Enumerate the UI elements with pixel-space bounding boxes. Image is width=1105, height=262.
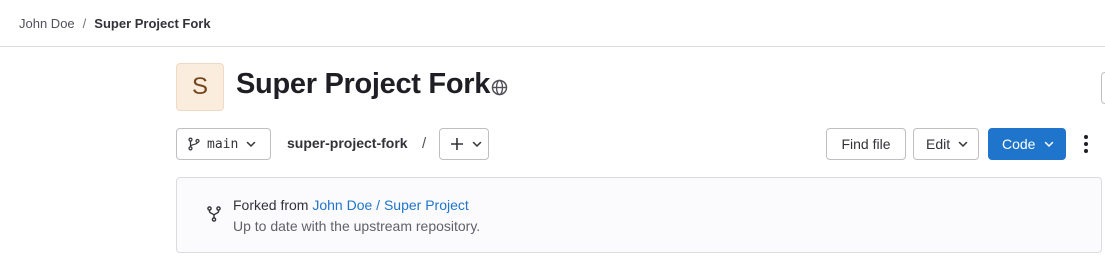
breadcrumb-separator: / <box>82 16 87 31</box>
branch-selector[interactable]: main <box>176 128 271 160</box>
chevron-down-icon <box>958 141 968 148</box>
edit-button[interactable]: Edit <box>913 128 979 160</box>
fork-icon <box>207 206 221 222</box>
project-avatar[interactable]: S <box>176 63 224 111</box>
code-label: Code <box>1002 136 1036 152</box>
forked-from-label: Forked from <box>233 197 313 213</box>
add-to-tree-button[interactable] <box>439 128 489 160</box>
chevron-down-icon <box>472 141 482 148</box>
upstream-project-link[interactable]: John Doe / Super Project <box>312 197 468 213</box>
star-button[interactable] <box>1101 72 1105 104</box>
branch-name: main <box>207 136 239 152</box>
chevron-down-icon <box>247 141 256 148</box>
more-actions-icon[interactable] <box>1078 132 1094 156</box>
fork-status-text: Up to date with the upstream repository. <box>233 218 481 234</box>
top-bar: John Doe / Super Project Fork <box>0 0 1105 47</box>
edit-label: Edit <box>926 136 951 152</box>
plus-icon <box>451 138 463 150</box>
fork-info-panel: Forked from John Doe / Super Project Up … <box>176 177 1102 253</box>
code-button[interactable]: Code <box>988 128 1066 160</box>
find-file-button[interactable]: Find file <box>826 128 906 160</box>
globe-icon <box>491 79 508 96</box>
path-separator: / <box>422 135 427 152</box>
breadcrumb-project-link[interactable]: Super Project Fork <box>94 16 210 31</box>
breadcrumb: John Doe / Super Project Fork <box>19 16 211 31</box>
fork-source-text: Forked from John Doe / Super Project <box>233 197 469 213</box>
repo-path-link[interactable]: super-project-fork <box>287 135 408 151</box>
page-title: Super Project Fork <box>236 68 491 100</box>
branch-icon <box>188 137 200 151</box>
breadcrumb-owner-link[interactable]: John Doe <box>19 16 75 31</box>
chevron-down-icon <box>1045 141 1054 148</box>
